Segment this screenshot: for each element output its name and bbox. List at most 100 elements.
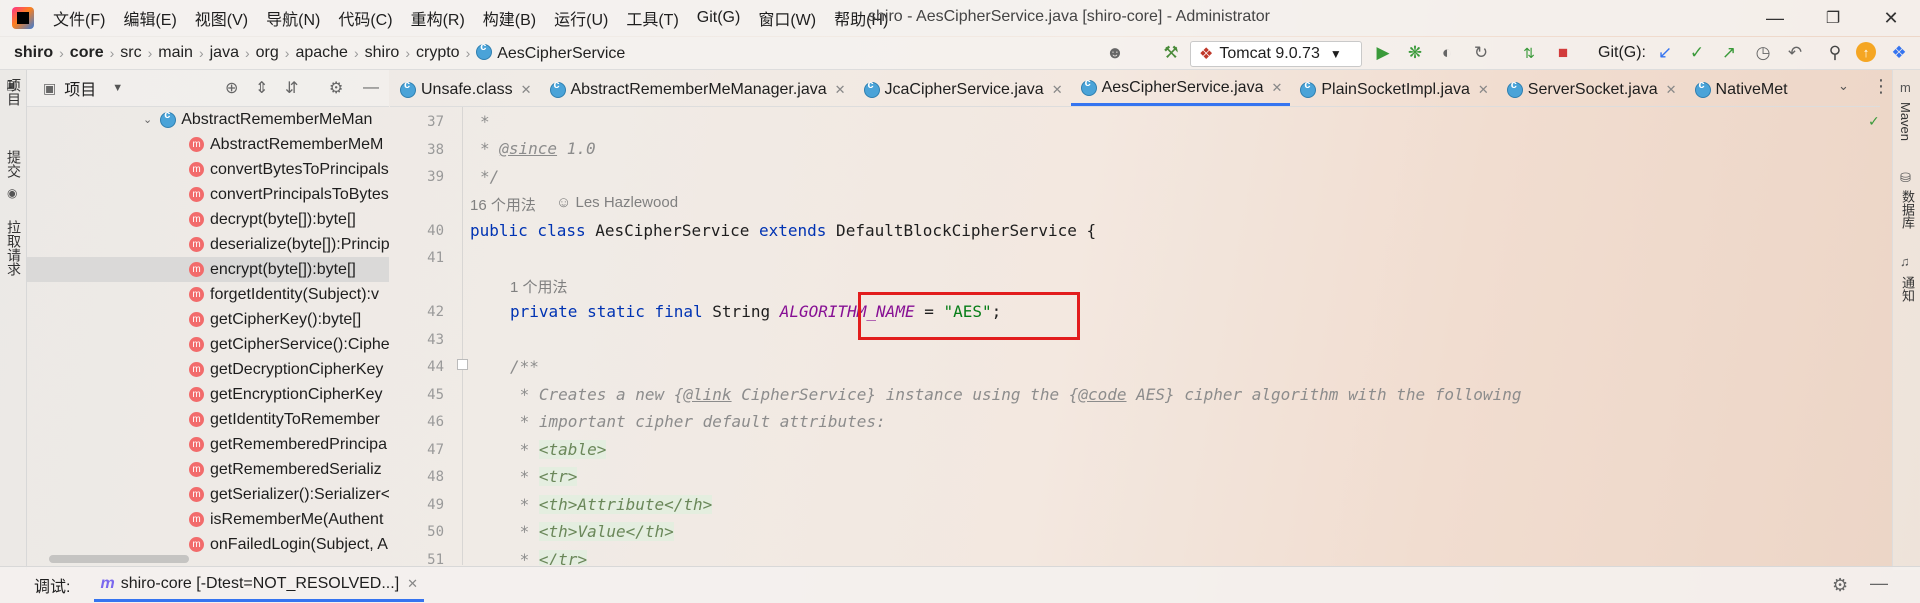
hide-panel-icon[interactable]: — xyxy=(1870,573,1888,594)
breadcrumb-item[interactable]: shiro xyxy=(361,44,404,62)
build-hammer-icon[interactable]: ⚒ xyxy=(1160,42,1182,64)
debug-session-tab[interactable]: m shiro-core [-Dtest=NOT_RESOLVED...] ✕ xyxy=(94,569,425,602)
horizontal-scrollbar[interactable] xyxy=(49,555,189,563)
menu-view[interactable]: 视图(V) xyxy=(186,6,257,30)
author-hint[interactable]: ☺ Les Hazlewood xyxy=(556,194,678,211)
minimize-icon[interactable]: — xyxy=(1760,4,1790,32)
update-icon[interactable]: ↑ xyxy=(1856,42,1876,62)
debug-icon[interactable]: ❋ xyxy=(1404,42,1426,64)
tab-native-met[interactable]: NativeMet xyxy=(1685,73,1796,106)
tree-item-method[interactable]: m convertBytesToPrincipals xyxy=(27,157,389,182)
user-icon[interactable]: ☻ xyxy=(1104,42,1126,64)
line-number: 39 xyxy=(427,169,444,185)
tool-window-maven[interactable]: Maven xyxy=(1898,102,1913,141)
breadcrumb-item[interactable]: org xyxy=(252,44,283,62)
profile-icon[interactable]: ↻ xyxy=(1470,42,1492,64)
tool-window-commit[interactable]: 提交 xyxy=(4,150,24,178)
breadcrumb-item[interactable]: crypto xyxy=(412,44,464,62)
run-icon[interactable]: ▶ xyxy=(1372,42,1394,64)
close-icon[interactable]: ✕ xyxy=(835,82,846,98)
tree-item-method[interactable]: m decrypt(byte[]):byte[] xyxy=(27,207,389,232)
tool-window-project[interactable]: 项目 xyxy=(4,78,24,106)
menu-file[interactable]: 文件(F) xyxy=(44,6,114,30)
tab-plain-socket-impl[interactable]: PlainSocketImpl.java ✕ xyxy=(1290,73,1496,106)
tab-server-socket[interactable]: ServerSocket.java ✕ xyxy=(1497,73,1685,106)
collapse-all-icon[interactable]: ⇵ xyxy=(285,78,298,98)
close-icon[interactable]: ✕ xyxy=(1052,82,1063,98)
menu-navigate[interactable]: 导航(N) xyxy=(257,6,329,30)
tree-item-method[interactable]: m forgetIdentity(Subject):v xyxy=(27,282,389,307)
tab-unsafe-class[interactable]: Unsafe.class ✕ xyxy=(390,73,540,106)
usage-hint[interactable]: 16 个用法 xyxy=(470,194,536,215)
git-push-icon[interactable]: ↗ xyxy=(1718,42,1740,64)
tree-item-method[interactable]: m getDecryptionCipherKey xyxy=(27,357,389,382)
gear-icon[interactable]: ⚙ xyxy=(1832,575,1848,596)
tool-window-database[interactable]: 数据库 xyxy=(1898,190,1917,229)
breadcrumb-item[interactable]: core xyxy=(66,44,108,62)
tree-item-method[interactable]: m convertPrincipalsToBytes xyxy=(27,182,389,207)
locate-icon[interactable]: ⊕ xyxy=(225,78,238,98)
chevron-down-icon[interactable]: ▼ xyxy=(112,82,123,94)
code-editor[interactable]: 37 38 39 40 41 42 43 44 45 46 47 48 49 5… xyxy=(390,107,1880,565)
restore-icon[interactable]: ❐ xyxy=(1818,4,1848,32)
git-commit-icon[interactable]: ✓ xyxy=(1686,42,1708,64)
tree-item-method[interactable]: m onFailedLogin(Subject, A xyxy=(27,532,389,557)
more-icon[interactable]: ⋮ xyxy=(1872,76,1890,97)
close-icon[interactable]: ✕ xyxy=(407,576,418,592)
breadcrumb-item[interactable]: apache xyxy=(291,44,352,62)
tree-item-class[interactable]: ⌄ AbstractRememberMeMan xyxy=(27,107,389,132)
tree-item-method[interactable]: m getCipherKey():byte[] xyxy=(27,307,389,332)
fold-marker-icon[interactable] xyxy=(457,359,468,370)
jetbrains-icon[interactable]: ❖ xyxy=(1888,42,1910,64)
tool-window-pull-requests[interactable]: 拉取请求 xyxy=(4,220,24,276)
close-icon[interactable]: ✕ xyxy=(521,82,532,98)
stop-icon[interactable]: ■ xyxy=(1552,42,1574,64)
tree-item-method[interactable]: m getIdentityToRemember xyxy=(27,407,389,432)
menu-code[interactable]: 代码(C) xyxy=(329,6,401,30)
gear-icon[interactable]: ⚙ xyxy=(329,78,343,98)
method-icon: m xyxy=(189,537,204,552)
menu-run[interactable]: 运行(U) xyxy=(545,6,617,30)
menu-refactor[interactable]: 重构(R) xyxy=(402,6,474,30)
tree-item-method[interactable]: m getRememberedSerializ xyxy=(27,457,389,482)
breadcrumb-item[interactable]: src xyxy=(116,44,145,62)
menu-edit[interactable]: 编辑(E) xyxy=(114,6,185,30)
tree-item-method[interactable]: m AbstractRememberMeM xyxy=(27,132,389,157)
hide-panel-icon[interactable]: — xyxy=(363,79,379,97)
close-icon[interactable]: ✕ xyxy=(1666,82,1677,98)
tree-item-method[interactable]: m getCipherService():Ciphe xyxy=(27,332,389,357)
usage-hint[interactable]: 1 个用法 xyxy=(510,276,568,297)
tree-item-method-selected[interactable]: m encrypt(byte[]):byte[] xyxy=(27,257,389,282)
run-configuration-select[interactable]: ❖ Tomcat 9.0.73 ▼ xyxy=(1190,41,1362,67)
rollback-icon[interactable]: ↶ xyxy=(1784,42,1806,64)
breadcrumb-item[interactable]: AesCipherService xyxy=(472,41,629,63)
tabs-dropdown-icon[interactable]: ⌄ xyxy=(1838,78,1849,94)
tab-jca-cipher-service[interactable]: JcaCipherService.java ✕ xyxy=(854,73,1071,106)
project-panel-title[interactable]: 项目 xyxy=(64,76,96,100)
tree-item-method[interactable]: m isRememberMe(Authent xyxy=(27,507,389,532)
expand-all-icon[interactable]: ⇕ xyxy=(255,78,268,98)
tree-item-method[interactable]: m getSerializer():Serializer< xyxy=(27,482,389,507)
menu-build[interactable]: 构建(B) xyxy=(474,6,545,30)
menu-window[interactable]: 窗口(W) xyxy=(749,6,825,30)
close-icon[interactable]: ✕ xyxy=(1478,82,1489,98)
tree-item-method[interactable]: m deserialize(byte[]):Princip xyxy=(27,232,389,257)
menu-git[interactable]: Git(G) xyxy=(688,9,750,27)
history-icon[interactable]: ◷ xyxy=(1752,42,1774,64)
close-icon[interactable]: ✕ xyxy=(1271,80,1282,96)
tree-item-method[interactable]: m getEncryptionCipherKey xyxy=(27,382,389,407)
tab-aes-cipher-service[interactable]: AesCipherService.java ✕ xyxy=(1070,73,1291,106)
attach-debugger-icon[interactable]: ⇅ xyxy=(1518,42,1540,64)
coverage-icon[interactable]: ◐ xyxy=(1436,42,1458,64)
tab-abstract-remember-me-manager[interactable]: AbstractRememberMeManager.java ✕ xyxy=(540,73,854,106)
breadcrumb-item[interactable]: java xyxy=(206,44,243,62)
close-window-icon[interactable]: ✕ xyxy=(1876,4,1906,32)
tool-window-notifications[interactable]: 通知 xyxy=(1898,276,1917,302)
search-icon[interactable]: ⚲ xyxy=(1824,42,1846,64)
method-icon: m xyxy=(189,412,204,427)
menu-tools[interactable]: 工具(T) xyxy=(617,6,687,30)
tree-item-method[interactable]: m getRememberedPrincipa xyxy=(27,432,389,457)
breadcrumb-item[interactable]: shiro xyxy=(10,44,57,62)
breadcrumb-item[interactable]: main xyxy=(154,44,197,62)
git-update-icon[interactable]: ↙ xyxy=(1654,42,1676,64)
